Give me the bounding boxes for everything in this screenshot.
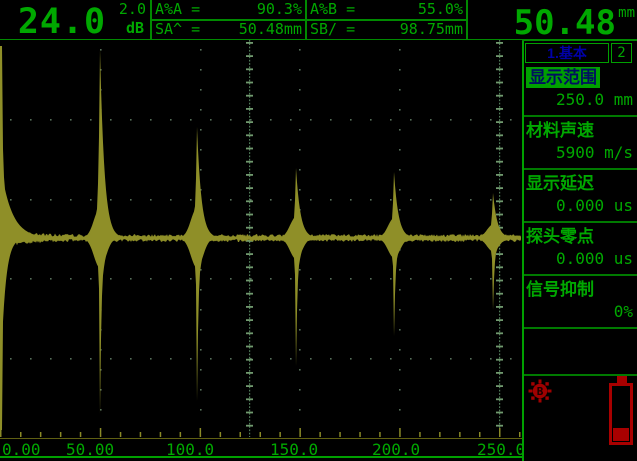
menu-item-label: 显示范围: [526, 67, 600, 88]
measurement-label: SA^ =: [155, 20, 200, 38]
measurement-dist-gate-a: SA^ = 50.48mm: [155, 20, 302, 38]
menu-item-value: 5900 m/s: [524, 141, 637, 165]
gain-unit-label: dB: [106, 19, 144, 37]
menu-item-display-range[interactable]: 显示范围 250.0 mm: [524, 64, 637, 117]
waveform-svg: [0, 40, 522, 437]
menu-item-value: 0.000 us: [524, 194, 637, 218]
header: 24.0 2.0 dB A%A = 90.3% A%B = 55.0% SA^ …: [0, 0, 637, 40]
primary-distance-unit: mm: [618, 5, 635, 21]
tab-basic[interactable]: 1.基本: [525, 43, 609, 63]
menu-item-value: 0%: [524, 300, 637, 324]
axis-baseline: [0, 438, 522, 439]
gear-b-icon: B: [528, 379, 552, 403]
menu-item-label: 材料声速: [526, 120, 594, 141]
measurement-label: A%B =: [310, 0, 355, 18]
status-icons-row: B: [524, 376, 637, 447]
measurement-dist-gate-b: SB/ = 98.75mm: [310, 20, 463, 38]
menu-item-label: 探头零点: [526, 226, 594, 247]
menu-item-label: 信号抑制: [526, 279, 594, 300]
gear-letter: B: [537, 385, 544, 398]
menu-item-reject[interactable]: 信号抑制 0%: [524, 276, 637, 329]
measurement-value: 90.3%: [257, 0, 302, 18]
measurement-label: A%A =: [155, 0, 200, 18]
measurement-amp-gate-a: A%A = 90.3%: [155, 0, 302, 18]
battery-body: [609, 383, 633, 445]
measurement-amp-gate-b: A%B = 55.0%: [310, 0, 463, 18]
battery-icon: [609, 376, 635, 445]
sidebar-menu: 1.基本 2 显示范围 250.0 mm 材料声速 5900 m/s 显示延迟 …: [522, 41, 637, 461]
menu-spacer: [524, 329, 637, 376]
gain-readout: 24.0: [10, 2, 114, 42]
menu-item-display-delay[interactable]: 显示延迟 0.000 us: [524, 170, 637, 223]
menu-tab-row: 1.基本 2: [524, 42, 637, 64]
battery-fill-level: [613, 428, 629, 441]
flaw-detector-screen: 24.0 2.0 dB A%A = 90.3% A%B = 55.0% SA^ …: [0, 0, 637, 461]
menu-item-label: 显示延迟: [526, 173, 594, 194]
primary-distance-readout: 50.48: [514, 3, 616, 43]
ascan-waveform: [0, 46, 521, 430]
measurement-label: SB/ =: [310, 20, 355, 38]
measurement-value: 98.75mm: [400, 20, 463, 38]
tab-page-indicator[interactable]: 2: [611, 43, 632, 63]
menu-item-value: 0.000 us: [524, 247, 637, 271]
menu-item-value: 250.0 mm: [524, 88, 637, 112]
gain-step-readout: 2.0: [106, 0, 146, 18]
ascan-plot: [0, 40, 522, 437]
menu-item-probe-zero[interactable]: 探头零点 0.000 us: [524, 223, 637, 276]
measurement-value: 50.48mm: [239, 20, 302, 38]
measurement-value: 55.0%: [418, 0, 463, 18]
menu-item-material-velocity[interactable]: 材料声速 5900 m/s: [524, 117, 637, 170]
